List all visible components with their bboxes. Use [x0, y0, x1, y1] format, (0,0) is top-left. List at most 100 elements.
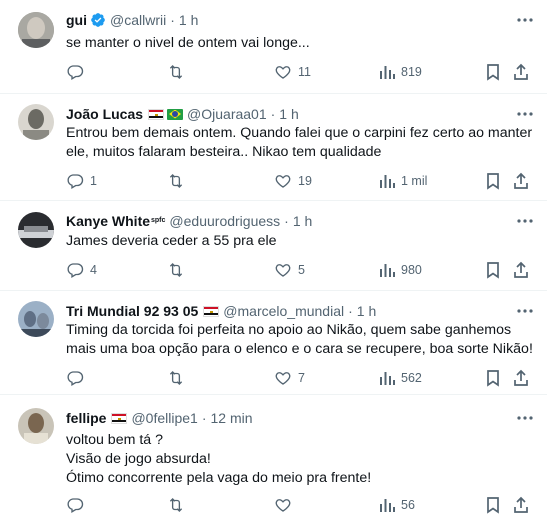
timestamp[interactable]: 1 h [293, 211, 312, 231]
bookmark-icon [487, 173, 499, 190]
retweet-button[interactable] [166, 171, 192, 191]
egypt-flag-icon [111, 412, 128, 424]
avatar[interactable] [18, 12, 54, 48]
retweet-button[interactable] [166, 495, 192, 515]
timestamp[interactable]: 1 h [279, 104, 298, 124]
like-button[interactable] [274, 495, 298, 515]
share-button[interactable] [513, 368, 529, 388]
tweet[interactable]: gui @callwrii · 1 h se manter o nivel de… [0, 0, 547, 94]
more-icon[interactable] [515, 211, 535, 231]
reply-button[interactable]: 1 [66, 171, 97, 191]
bookmark-icon [487, 497, 499, 514]
retweet-icon [169, 498, 183, 512]
reply-button[interactable] [66, 62, 90, 82]
author-name[interactable]: gui [66, 10, 87, 30]
bookmark-icon [487, 370, 499, 387]
author-handle[interactable]: @marcelo_mundial [223, 301, 344, 321]
views-count: 1 mil [401, 174, 428, 188]
name-suffix: spfc [151, 217, 166, 224]
views-icon [380, 499, 395, 512]
avatar[interactable] [18, 301, 54, 337]
views-button[interactable]: 819 [379, 62, 422, 82]
separator-dot: · [284, 213, 289, 229]
more-icon[interactable] [515, 10, 535, 30]
action-bar: 56 [0, 495, 547, 515]
heart-icon [275, 264, 291, 277]
retweet-button[interactable] [166, 368, 192, 388]
views-icon [380, 66, 395, 79]
tweet[interactable]: fellipe @0fellipe1 · 12 min voltou bem t… [0, 395, 547, 527]
share-button[interactable] [513, 260, 529, 280]
author-name[interactable]: Tri Mundial 92 93 05 [66, 301, 198, 321]
like-count: 5 [298, 263, 305, 277]
views-count: 819 [401, 65, 422, 79]
share-button[interactable] [513, 62, 529, 82]
author-handle[interactable]: @Ojuaraa01 [187, 104, 267, 124]
reply-icon [67, 263, 84, 278]
share-icon [514, 261, 528, 278]
reply-button[interactable] [66, 368, 90, 388]
views-count: 56 [401, 498, 415, 512]
bookmark-button[interactable] [485, 171, 501, 191]
separator-dot: · [270, 106, 276, 122]
retweet-button[interactable] [166, 62, 192, 82]
separator-dot: · [348, 303, 353, 319]
reply-button[interactable]: 4 [66, 260, 97, 280]
like-button[interactable]: 11 [274, 62, 311, 82]
timestamp[interactable]: 1 h [357, 301, 376, 321]
reply-button[interactable] [66, 495, 90, 515]
views-icon [380, 175, 395, 188]
more-icon[interactable] [515, 301, 535, 321]
like-count: 19 [298, 174, 312, 188]
separator-dot: · [201, 410, 207, 426]
share-button[interactable] [513, 171, 529, 191]
author-name[interactable]: João Lucas [66, 104, 143, 124]
bookmark-button[interactable] [485, 368, 501, 388]
tweet-text: se manter o nivel de ontem vai longe... [66, 35, 310, 51]
like-button[interactable]: 5 [274, 260, 305, 280]
tweet-text: voltou bem tá ? Visão de jogo absurda! Ó… [66, 432, 372, 486]
retweet-icon [169, 65, 183, 79]
tweet[interactable]: Tri Mundial 92 93 05 @marcelo_mundial · … [0, 291, 547, 395]
views-button[interactable]: 56 [379, 495, 415, 515]
retweet-icon [169, 263, 183, 277]
author-handle[interactable]: @0fellipe1 [131, 408, 197, 428]
views-icon [380, 372, 395, 385]
action-bar: 7 562 [0, 368, 547, 388]
share-icon [514, 172, 528, 189]
author-name[interactable]: fellipe [66, 408, 106, 428]
tweet[interactable]: Kanye White spfc @eduurodriguess · 1 h J… [0, 201, 547, 291]
like-button[interactable]: 19 [274, 171, 312, 191]
reply-count: 4 [90, 263, 97, 277]
avatar[interactable] [18, 212, 54, 248]
action-bar: 1 19 1 mil [0, 171, 547, 191]
views-count: 562 [401, 371, 422, 385]
timestamp[interactable]: 1 h [179, 10, 198, 30]
avatar[interactable] [18, 104, 54, 140]
bookmark-button[interactable] [485, 62, 501, 82]
heart-icon [275, 66, 291, 79]
action-bar: 4 5 980 [0, 260, 547, 280]
more-icon[interactable] [515, 104, 535, 124]
author-name[interactable]: Kanye White [66, 211, 150, 231]
avatar[interactable] [18, 408, 54, 444]
views-button[interactable]: 980 [379, 260, 422, 280]
views-button[interactable]: 1 mil [379, 171, 427, 191]
views-count: 980 [401, 263, 422, 277]
author-handle[interactable]: @eduurodriguess [169, 211, 280, 231]
views-button[interactable]: 562 [379, 368, 422, 388]
retweet-button[interactable] [166, 260, 192, 280]
like-button[interactable]: 7 [274, 368, 305, 388]
tweet-text: Entrou bem demais ontem. Quando falei qu… [66, 125, 533, 160]
share-button[interactable] [513, 495, 529, 515]
author-handle[interactable]: @callwrii [110, 10, 166, 30]
heart-icon [275, 372, 291, 385]
bookmark-button[interactable] [485, 495, 501, 515]
tweet[interactable]: João Lucas @Ojuaraa01 · 1 h Entrou bem d… [0, 94, 547, 201]
more-icon[interactable] [515, 408, 535, 428]
tweet-text: Timing da torcida foi perfeita no apoio … [66, 322, 533, 357]
egypt-flag-icon [203, 305, 220, 317]
bookmark-button[interactable] [485, 260, 501, 280]
heart-icon [275, 499, 291, 512]
timestamp[interactable]: 12 min [211, 408, 253, 428]
